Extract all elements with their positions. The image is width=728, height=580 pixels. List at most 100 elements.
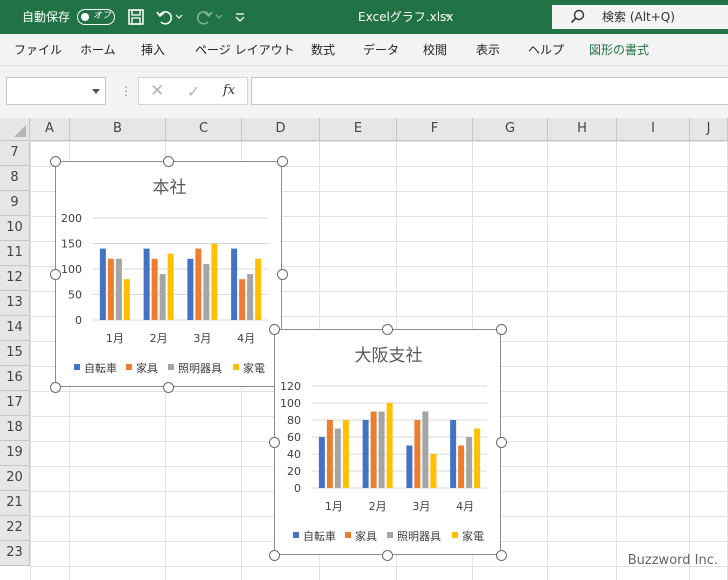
customize-toolbar-icon[interactable] — [233, 7, 247, 27]
name-box-dropdown-icon[interactable] — [92, 89, 100, 94]
y-tick-label: 0 — [294, 482, 301, 495]
legend-swatch — [452, 532, 458, 538]
bar — [406, 445, 413, 488]
undo-chevron-icon[interactable] — [174, 7, 184, 27]
redo-icon[interactable] — [194, 7, 214, 27]
column-header-h[interactable]: H — [548, 118, 617, 141]
save-icon[interactable] — [126, 7, 146, 27]
column-header-a[interactable]: A — [30, 118, 70, 141]
row-header-8[interactable]: 8 — [0, 166, 30, 191]
x-tick-label: 4月 — [237, 332, 255, 345]
filename-chevron-icon[interactable]: ⌄ — [443, 0, 452, 31]
bar — [450, 420, 457, 488]
resize-handle[interactable] — [495, 549, 507, 561]
resize-handle[interactable] — [163, 155, 174, 167]
legend-swatch — [345, 532, 351, 538]
row-header-23[interactable]: 23 — [0, 541, 30, 566]
row-header-12[interactable]: 12 — [0, 266, 30, 291]
row-header-21[interactable]: 21 — [0, 491, 30, 516]
row-header-10[interactable]: 10 — [0, 216, 30, 241]
tab-formulas[interactable]: 数式 — [311, 34, 335, 66]
undo-icon[interactable] — [155, 7, 175, 27]
row-header-11[interactable]: 11 — [0, 241, 30, 266]
chart-honsha[interactable]: 本社 0 50 100 150 200 1月 2月 3月 4月 自転車 家具 照明器具 家電 — [55, 161, 282, 387]
cancel-icon[interactable]: ✕ — [150, 80, 164, 102]
tab-shape-format[interactable]: 図形の書式 — [589, 34, 649, 66]
name-box[interactable] — [6, 77, 106, 105]
resize-handle[interactable] — [163, 381, 174, 393]
column-header-i[interactable]: I — [617, 118, 690, 141]
title-bar: 自動保存 オフ Excelグラフ.xlsx ⌄ 検索 (Alt+Q) — [0, 0, 728, 34]
resize-handle[interactable] — [268, 549, 280, 561]
column-header-b[interactable]: B — [70, 118, 166, 141]
column-header-j[interactable]: J — [690, 118, 728, 141]
row-header-19[interactable]: 19 — [0, 441, 30, 466]
resize-handle[interactable] — [276, 268, 288, 280]
resize-handle[interactable] — [495, 436, 507, 448]
resize-handle[interactable] — [382, 549, 393, 561]
legend-label: 照明器具 — [178, 362, 222, 375]
bar — [211, 243, 218, 320]
y-tick-label: 80 — [287, 414, 301, 427]
tab-home[interactable]: ホーム — [80, 34, 116, 66]
column-header-g[interactable]: G — [473, 118, 548, 141]
row-header-14[interactable]: 14 — [0, 316, 30, 341]
tab-help[interactable]: ヘルプ — [528, 34, 564, 66]
bar — [430, 454, 437, 488]
resize-handle[interactable] — [276, 155, 288, 167]
redo-chevron-icon[interactable] — [214, 7, 224, 27]
legend-label: 家電 — [462, 529, 484, 543]
resize-handle[interactable] — [268, 436, 280, 448]
y-tick-label: 0 — [75, 314, 82, 327]
resize-handle[interactable] — [49, 381, 61, 393]
bar — [187, 258, 194, 320]
formula-input[interactable] — [251, 77, 728, 105]
row-header-18[interactable]: 18 — [0, 416, 30, 441]
filename[interactable]: Excelグラフ.xlsx — [358, 0, 453, 34]
column-header-e[interactable]: E — [320, 118, 397, 141]
search-box[interactable]: 検索 (Alt+Q) — [552, 5, 728, 29]
bar — [123, 279, 130, 320]
row-header-13[interactable]: 13 — [0, 291, 30, 316]
tab-view[interactable]: 表示 — [476, 34, 500, 66]
resize-handle[interactable] — [49, 155, 61, 167]
row-header-22[interactable]: 22 — [0, 516, 30, 541]
enter-icon[interactable]: ✓ — [187, 81, 200, 103]
bar — [107, 258, 114, 320]
row-header-7[interactable]: 7 — [0, 141, 30, 166]
x-tick-label: 1月 — [106, 332, 124, 345]
column-header-c[interactable]: C — [166, 118, 242, 141]
legend-label: 家具 — [355, 529, 377, 543]
bar — [370, 411, 377, 488]
resize-handle[interactable] — [382, 323, 393, 335]
resize-handle[interactable] — [49, 268, 61, 280]
tab-data[interactable]: データ — [363, 34, 399, 66]
autosave-label: 自動保存 — [22, 10, 71, 24]
row-header-9[interactable]: 9 — [0, 191, 30, 216]
legend-swatch — [126, 364, 132, 370]
y-tick-label: 120 — [280, 380, 301, 393]
row-header-20[interactable]: 20 — [0, 466, 30, 491]
row-header-16[interactable]: 16 — [0, 366, 30, 391]
bar — [458, 445, 465, 488]
select-all-corner[interactable] — [0, 118, 30, 141]
tab-file[interactable]: ファイル — [14, 34, 62, 66]
column-header-f[interactable]: F — [397, 118, 473, 141]
legend-swatch — [293, 532, 299, 538]
column-gridline — [547, 141, 548, 580]
resize-handle[interactable] — [268, 323, 280, 335]
row-header-15[interactable]: 15 — [0, 341, 30, 366]
tab-insert[interactable]: 挿入 — [141, 34, 165, 66]
y-tick-label: 200 — [61, 212, 82, 225]
tab-review[interactable]: 校閲 — [423, 34, 447, 66]
column-header-d[interactable]: D — [242, 118, 320, 141]
tab-page-layout[interactable]: ページ レイアウト — [195, 34, 295, 66]
search-icon — [570, 9, 585, 24]
legend-label: 自転車 — [303, 529, 336, 543]
chart-osaka[interactable]: 大阪支社 0 20 40 60 80 100 120 1月 2月 3月 4月 自転車 家具 照明器具 家電 — [274, 329, 501, 555]
bar — [231, 248, 238, 320]
insert-function-icon[interactable]: fx — [223, 80, 235, 102]
autosave-toggle[interactable]: オフ — [77, 9, 115, 25]
resize-handle[interactable] — [495, 323, 507, 335]
row-header-17[interactable]: 17 — [0, 391, 30, 416]
